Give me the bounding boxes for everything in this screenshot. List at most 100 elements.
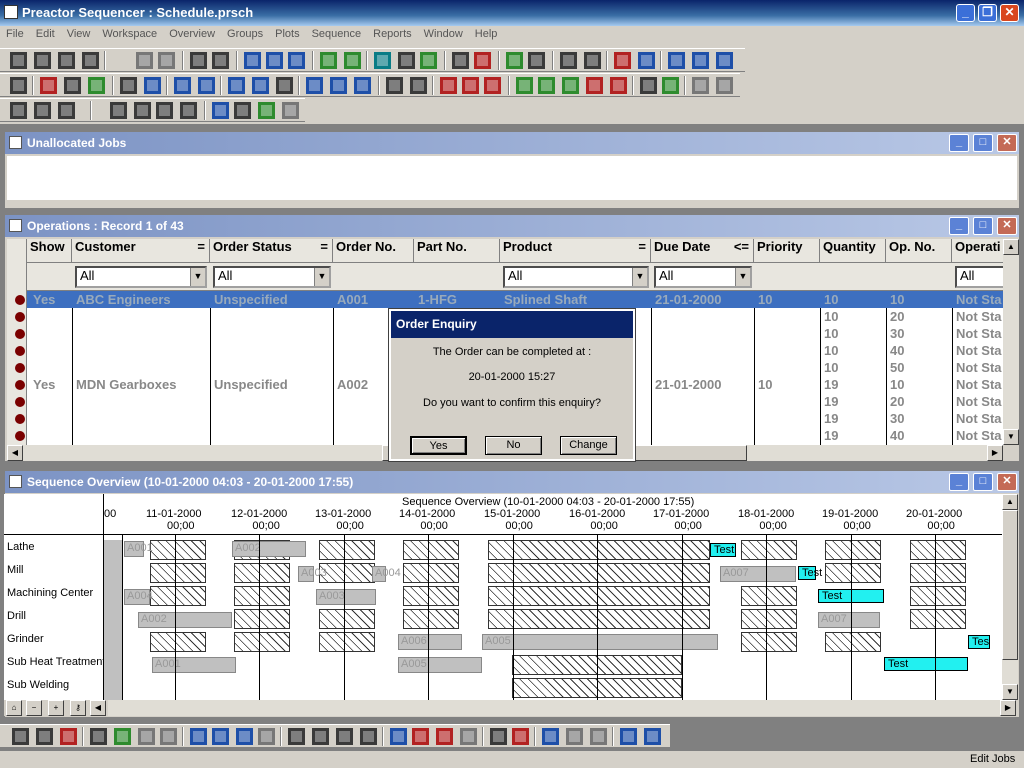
group-green-icon[interactable] — [662, 77, 679, 94]
cell-quantity[interactable]: 19 — [824, 428, 838, 443]
job-bar[interactable]: A006 — [398, 634, 462, 650]
insert-icon[interactable] — [134, 102, 151, 119]
cell-operation[interactable]: Not Sta — [956, 411, 1002, 426]
col-header-due-date[interactable]: Due Date <= — [651, 239, 754, 263]
scroll-right-button[interactable]: ▶ — [1000, 700, 1016, 716]
maximize-button[interactable]: □ — [973, 473, 993, 491]
job-bar[interactable]: A005 — [398, 657, 482, 673]
maximize-button[interactable]: □ — [973, 217, 993, 235]
menu-plots[interactable]: Plots — [269, 26, 305, 40]
restore-button[interactable]: ❐ — [978, 4, 997, 22]
gantt-horizontal-scrollbar[interactable] — [108, 700, 1006, 716]
due-date-filter-select[interactable]: All ▼ — [654, 266, 752, 288]
lock-add-icon[interactable] — [36, 728, 53, 745]
cell-op-no[interactable]: 20 — [890, 309, 904, 324]
job-bar[interactable]: A004 — [124, 589, 153, 605]
row-marker-icon[interactable] — [15, 312, 25, 322]
menu-edit[interactable]: Edit — [30, 26, 61, 40]
scroll-up-button[interactable]: ▲ — [1003, 239, 1019, 255]
test-job-bar[interactable]: Test — [884, 657, 968, 671]
close-button[interactable]: ✕ — [997, 217, 1017, 235]
binoculars-icon[interactable] — [386, 77, 403, 94]
job-bar[interactable]: A001 — [124, 541, 153, 557]
col-header-show[interactable]: Show — [27, 239, 72, 263]
job-bar[interactable]: A007 — [818, 612, 880, 628]
job-bar[interactable]: A002 — [138, 612, 232, 628]
chart-icon[interactable] — [344, 52, 361, 69]
job-block[interactable] — [104, 540, 122, 700]
minimize-button[interactable]: _ — [949, 134, 969, 152]
refresh-icon[interactable] — [354, 77, 371, 94]
rewind-icon[interactable] — [190, 728, 207, 745]
cell-show[interactable]: Yes — [33, 292, 55, 307]
cell-product[interactable]: Splined Shaft — [504, 292, 587, 307]
job-bar[interactable]: A003 — [316, 589, 376, 605]
sort-icon[interactable] — [34, 102, 51, 119]
job-bar[interactable]: A003 — [298, 566, 327, 582]
edit-icon[interactable] — [110, 102, 127, 119]
export-icon[interactable] — [620, 728, 637, 745]
calendar-red-icon[interactable] — [40, 77, 57, 94]
tree-icon[interactable] — [10, 102, 27, 119]
calendar-check-icon[interactable] — [412, 728, 429, 745]
cell-order-status[interactable]: Unspecified — [214, 292, 288, 307]
minimize-button[interactable]: _ — [949, 473, 969, 491]
append-icon[interactable] — [156, 102, 173, 119]
cell-operation[interactable]: Not Sta — [956, 360, 1002, 375]
lock-icon[interactable]: ⌂ — [6, 700, 22, 716]
link-icon[interactable] — [234, 102, 251, 119]
find-icon[interactable] — [410, 77, 427, 94]
row-marker-icon[interactable] — [15, 431, 25, 441]
move-icon[interactable] — [306, 77, 323, 94]
scroll-up-button[interactable]: ▲ — [1002, 494, 1018, 510]
delete-icon[interactable] — [614, 52, 631, 69]
copy-document-icon[interactable] — [212, 52, 229, 69]
resize-icon[interactable] — [228, 77, 245, 94]
row-marker-icon[interactable] — [15, 380, 25, 390]
table-icon[interactable] — [252, 77, 269, 94]
cell-op-no[interactable]: 40 — [890, 428, 904, 443]
split-icon[interactable] — [638, 52, 655, 69]
copy-icon[interactable] — [120, 77, 137, 94]
book-icon[interactable] — [474, 52, 491, 69]
sort-ascending-icon[interactable] — [288, 728, 305, 745]
cell-order-no[interactable]: A001 — [337, 292, 368, 307]
cell-quantity[interactable]: 10 — [824, 360, 838, 375]
close-button[interactable]: ✕ — [1000, 4, 1019, 22]
cell-quantity[interactable]: 10 — [824, 309, 838, 324]
menu-sequence[interactable]: Sequence — [306, 26, 368, 40]
picture-icon[interactable] — [320, 52, 337, 69]
fast-forward-icon[interactable] — [236, 728, 253, 745]
app-icon[interactable] — [4, 5, 18, 19]
col-header-quantity[interactable]: Quantity — [820, 239, 886, 263]
test-job-bar[interactable]: Test — [798, 566, 822, 580]
group-icon[interactable] — [640, 77, 657, 94]
cell-due-date[interactable]: 21-01-2000 — [655, 377, 722, 392]
cell-quantity[interactable]: 19 — [824, 377, 838, 392]
change-button[interactable]: Change — [560, 436, 617, 455]
person-red-3-icon[interactable] — [484, 77, 501, 94]
cell-quantity[interactable]: 19 — [824, 394, 838, 409]
test-job-bar[interactable]: Tes — [968, 635, 990, 649]
person-yellow-icon[interactable] — [538, 77, 555, 94]
sort-descending-icon[interactable] — [312, 728, 329, 745]
paste-icon[interactable] — [144, 77, 161, 94]
bracket-icon[interactable] — [90, 728, 107, 745]
calendar-clock-icon[interactable] — [512, 728, 529, 745]
unlock-icon[interactable] — [60, 728, 77, 745]
test-job-bar[interactable]: Test — [710, 543, 736, 557]
row-marker-icon[interactable] — [15, 414, 25, 424]
print-preview-icon[interactable] — [528, 52, 545, 69]
cell-op-no[interactable]: 10 — [890, 377, 904, 392]
chevron-down-icon[interactable]: ▼ — [314, 268, 329, 286]
col-header-order-status[interactable]: Order Status = — [210, 239, 333, 263]
scroll-right-button[interactable]: ▶ — [987, 445, 1003, 461]
scroll-down-button[interactable] — [1001, 188, 1017, 204]
scroll-thumb[interactable] — [1002, 510, 1018, 660]
unallocated-list[interactable] — [7, 156, 1017, 200]
vertical-scrollbar[interactable]: ▲ ▼ — [1003, 239, 1019, 445]
help-pointer-icon[interactable] — [452, 52, 469, 69]
minimize-button[interactable]: _ — [949, 217, 969, 235]
cell-customer[interactable]: ABC Engineers — [76, 292, 171, 307]
spreadsheet-icon[interactable] — [276, 77, 293, 94]
